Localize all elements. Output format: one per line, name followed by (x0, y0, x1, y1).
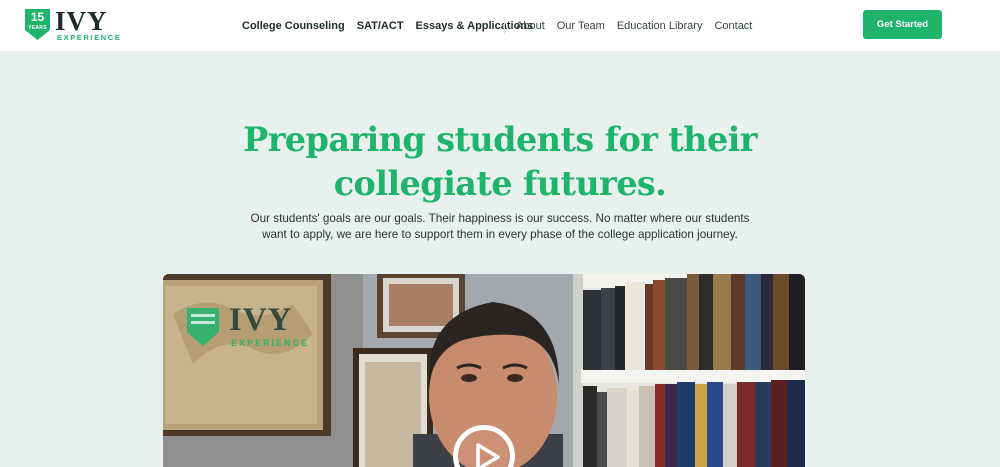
badge-text: YEARS (28, 25, 47, 31)
play-icon (476, 443, 500, 467)
nav-education-library[interactable]: Education Library (617, 20, 703, 32)
hero-title-line-2: collegiate futures. (333, 164, 667, 203)
site-logo[interactable]: 15 YEARS IVY EXPERIENCE (24, 6, 122, 44)
secondary-nav: About Our Team Education Library Contact (516, 0, 764, 52)
video-logo-subtext: EXPERIENCE (231, 338, 310, 348)
hero-subtitle-line-1: Our students' goals are our goals. Their… (250, 212, 750, 225)
logo-wordmark: IVY (55, 6, 108, 36)
video-logo-wordmark: IVY (229, 302, 293, 338)
nav-contact[interactable]: Contact (714, 20, 752, 32)
primary-nav: College Counseling SAT/ACT Essays & Appl… (242, 0, 545, 52)
site-header: 15 YEARS IVY EXPERIENCE College Counseli… (0, 0, 1000, 52)
badge-number: 15 (30, 10, 45, 24)
years-badge-icon: 15 YEARS (24, 8, 51, 40)
nav-college-counseling[interactable]: College Counseling (242, 20, 345, 32)
hero-title-line-1: Preparing students for their (243, 120, 757, 159)
get-started-button[interactable]: Get Started (863, 10, 942, 39)
nav-our-team[interactable]: Our Team (557, 20, 605, 32)
nav-about[interactable]: About (516, 20, 545, 32)
hero-subtitle-line-2: want to apply, we are here to support th… (262, 228, 738, 241)
logo-subtext: EXPERIENCE (57, 33, 122, 42)
hero-subtitle: Our students' goals are our goals. Their… (0, 211, 1000, 243)
nav-sat-act[interactable]: SAT/ACT (357, 20, 404, 32)
intro-video[interactable]: IVY EXPERIENCE (163, 274, 805, 467)
hero-title: Preparing students for their collegiate … (0, 118, 1000, 206)
nav-divider (504, 17, 505, 34)
